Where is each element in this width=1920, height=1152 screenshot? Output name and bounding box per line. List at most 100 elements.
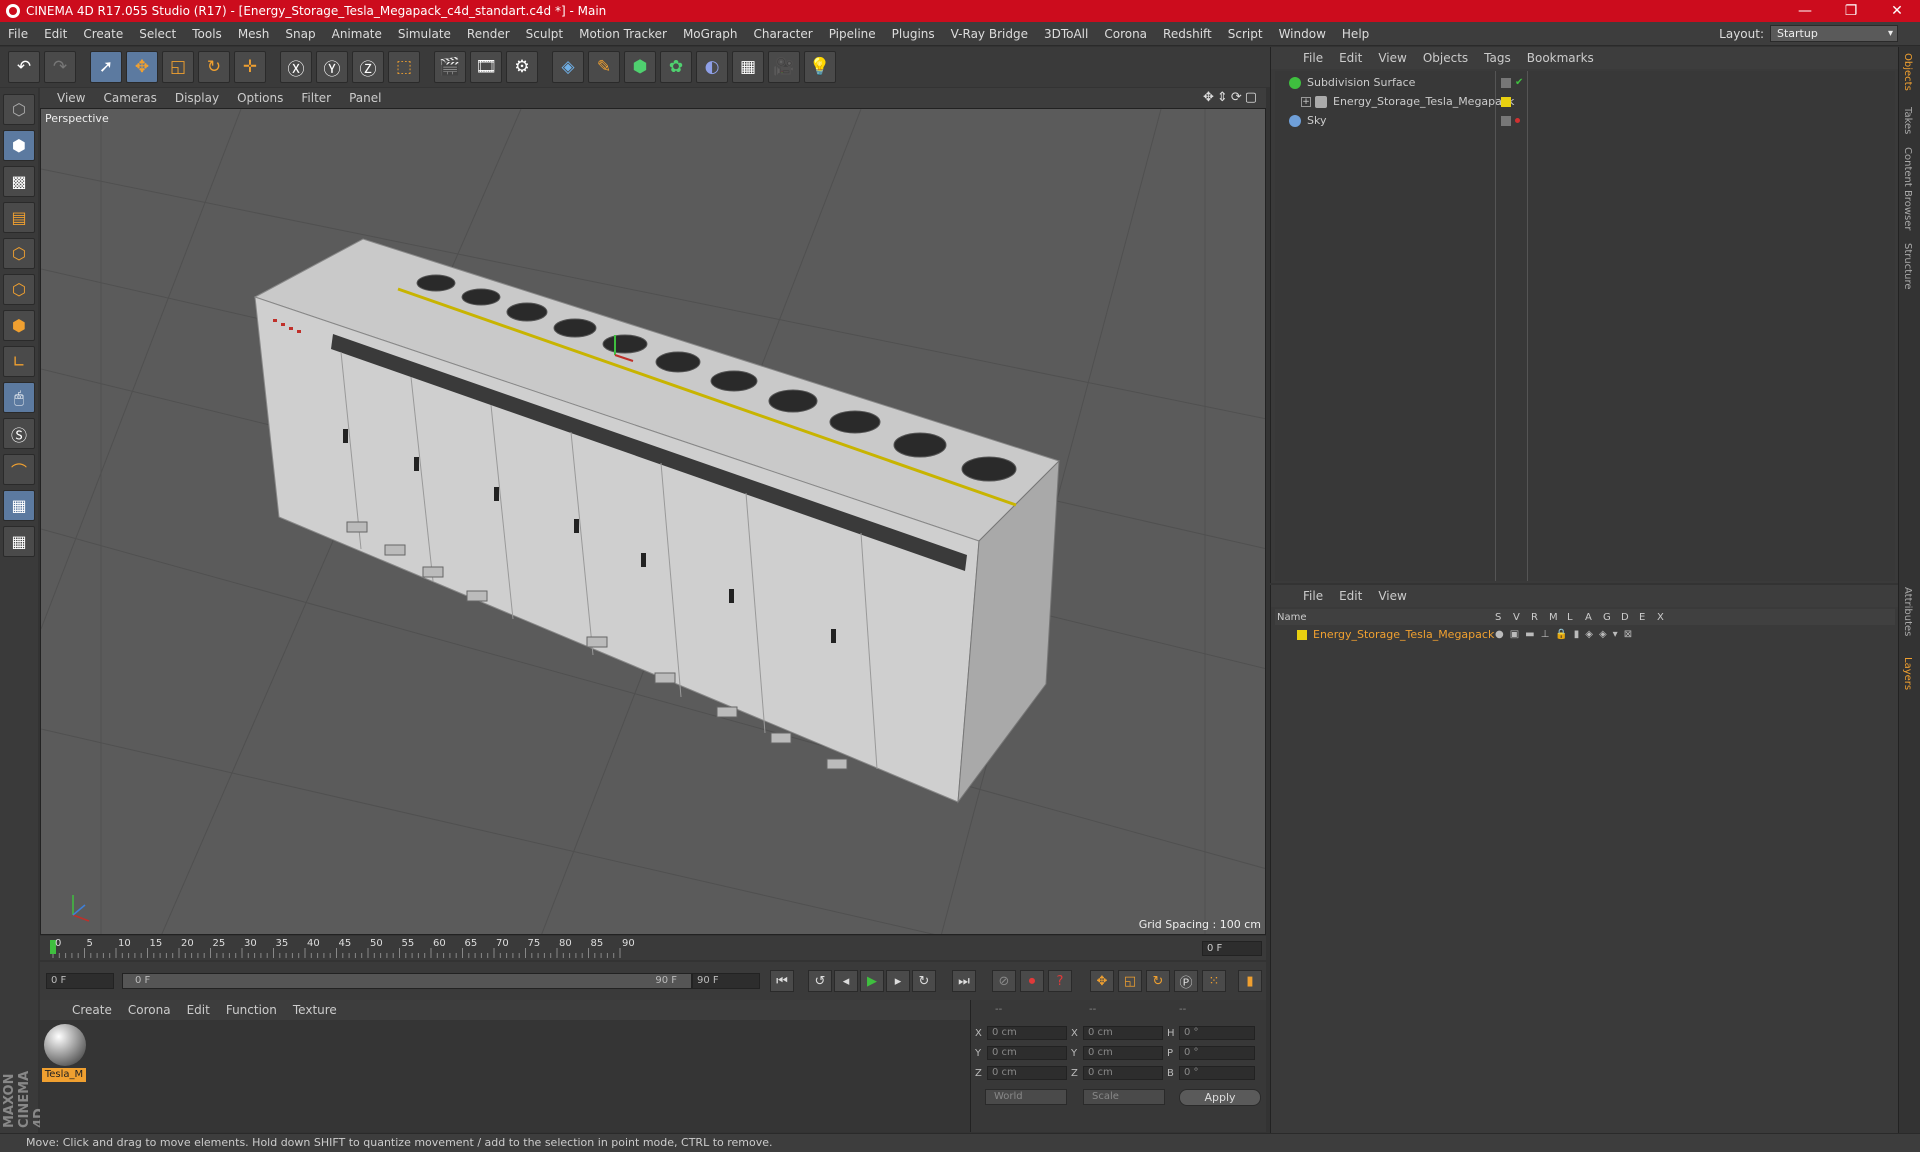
tab-objects[interactable]: Objects [1902, 53, 1913, 91]
column-expressions[interactable]: E [1639, 612, 1657, 623]
undo-icon[interactable]: ↶ [8, 51, 40, 83]
viewport-menu-cameras[interactable]: Cameras [94, 91, 165, 105]
column-solo[interactable]: S [1495, 612, 1513, 623]
axis-mode-icon[interactable]: ∟ [3, 346, 35, 377]
menu-3dtoall[interactable]: 3DToAll [1036, 27, 1096, 41]
polygons-mode-icon[interactable]: ⬢ [3, 310, 35, 341]
size-y-field[interactable]: 0 cm [1083, 1046, 1163, 1060]
objects-menu-tags[interactable]: Tags [1476, 51, 1519, 65]
play-icon[interactable]: ▶ [860, 970, 884, 992]
move-tool-icon[interactable]: ✥ [126, 51, 158, 83]
cloner-icon[interactable]: ✿ [660, 51, 692, 83]
column-generators[interactable]: G [1603, 612, 1621, 623]
menu-render[interactable]: Render [459, 27, 518, 41]
coordinate-system-icon[interactable]: ⬚ [388, 51, 420, 83]
viewport-menu-options[interactable]: Options [228, 91, 292, 105]
menu-create[interactable]: Create [75, 27, 131, 41]
solo-mode-icon[interactable]: Ⓢ [3, 418, 35, 449]
goto-start-icon[interactable]: ⏮ [770, 970, 794, 992]
menu-pipeline[interactable]: Pipeline [821, 27, 884, 41]
material-name-label[interactable]: Tesla_M [42, 1068, 86, 1082]
layer-tag-icon[interactable] [1501, 77, 1511, 88]
render-view-icon[interactable]: 🎬 [434, 51, 466, 83]
render-picture-viewer-icon[interactable]: 🎞 [470, 51, 502, 83]
next-frame-icon[interactable]: ▸ [886, 970, 910, 992]
layout-dropdown[interactable]: Startup [1770, 25, 1898, 42]
tab-content-browser[interactable]: Content Browser [1902, 147, 1913, 230]
size-mode-dropdown[interactable]: Scale [1083, 1089, 1165, 1105]
close-button[interactable]: ✕ [1874, 0, 1920, 22]
previous-key-icon[interactable]: ↺ [808, 970, 832, 992]
menu-edit[interactable]: Edit [36, 27, 75, 41]
menu-mesh[interactable]: Mesh [230, 27, 278, 41]
objects-menu-bookmarks[interactable]: Bookmarks [1519, 51, 1602, 65]
viewport-navigation-icons[interactable]: ✥⇕⟳▢ [1203, 90, 1260, 105]
restore-button[interactable]: ❐ [1828, 0, 1874, 22]
spline-pen-icon[interactable]: ✎ [588, 51, 620, 83]
column-xref[interactable]: X [1657, 612, 1675, 623]
layers-menu-edit[interactable]: Edit [1331, 589, 1370, 603]
points-mode-icon[interactable]: ⬡ [3, 238, 35, 269]
visibility-dot-icon[interactable] [1515, 118, 1520, 123]
menu-sculpt[interactable]: Sculpt [518, 27, 571, 41]
timeline-ruler[interactable]: 0 5 10 15 20 25 30 35 40 45 50 55 60 65 70 75 80 85 90 0 F [40, 936, 1266, 960]
menu-file[interactable]: File [0, 27, 36, 41]
live-selection-icon[interactable]: ✛ [234, 51, 266, 83]
record-keyframe-icon[interactable]: ⏺ [1020, 970, 1044, 992]
viewport-menu-filter[interactable]: Filter [292, 91, 340, 105]
planar-workplane-icon[interactable]: ▦ [3, 526, 35, 557]
layer-name[interactable]: Energy_Storage_Tesla_Megapack [1313, 628, 1495, 641]
layers-menu-view[interactable]: View [1370, 589, 1414, 603]
record-rotation-icon[interactable]: ↻ [1146, 970, 1170, 992]
goto-end-icon[interactable]: ⏭ [952, 970, 976, 992]
locked-workplane-icon[interactable]: ▦ [3, 490, 35, 521]
autokey-icon[interactable]: ? [1048, 970, 1072, 992]
record-position-icon[interactable]: ✥ [1090, 970, 1114, 992]
current-frame-field[interactable]: 0 F [1202, 941, 1262, 956]
layer-color-icon[interactable] [1501, 96, 1511, 107]
tree-item-sky[interactable]: Sky [1275, 111, 1895, 130]
end-frame-field[interactable]: 90 F [692, 973, 760, 989]
tab-layers[interactable]: Layers [1902, 657, 1913, 690]
menu-select[interactable]: Select [131, 27, 184, 41]
scale-tool-icon[interactable]: ◱ [162, 51, 194, 83]
deformer-icon[interactable]: ◐ [696, 51, 728, 83]
column-name[interactable]: Name [1275, 612, 1495, 623]
x-axis-icon[interactable]: Ⓧ [280, 51, 312, 83]
record-scale-icon[interactable]: ◱ [1118, 970, 1142, 992]
viewport-menu-display[interactable]: Display [166, 91, 228, 105]
layer-toggle-icons[interactable]: ●▣▬⊥🔒▮◈◈▾⊠ [1495, 629, 1638, 640]
rotation-b-field[interactable]: 0 ° [1179, 1066, 1255, 1080]
subdivision-generator-icon[interactable]: ⬢ [624, 51, 656, 83]
menu-simulate[interactable]: Simulate [390, 27, 459, 41]
menu-snap[interactable]: Snap [277, 27, 323, 41]
objects-menu-edit[interactable]: Edit [1331, 51, 1370, 65]
menu-plugins[interactable]: Plugins [884, 27, 943, 41]
motion-record-icon[interactable]: ⊘ [992, 970, 1016, 992]
menu-character[interactable]: Character [745, 27, 820, 41]
3d-viewport[interactable]: Perspective Grid Spacing : 100 cm [40, 108, 1266, 935]
rotation-p-field[interactable]: 0 ° [1179, 1046, 1255, 1060]
material-menu-function[interactable]: Function [218, 1003, 285, 1017]
layer-tag-icon[interactable] [1501, 115, 1511, 126]
material-menu-texture[interactable]: Texture [285, 1003, 345, 1017]
menu-motion-tracker[interactable]: Motion Tracker [571, 27, 675, 41]
layer-row[interactable]: Energy_Storage_Tesla_Megapack ●▣▬⊥🔒▮◈◈▾⊠ [1275, 626, 1895, 643]
material-preview-sphere[interactable] [44, 1024, 86, 1066]
column-view[interactable]: V [1513, 612, 1531, 623]
snap-magnet-icon[interactable]: ⌒ [3, 454, 35, 485]
menu-vray-bridge[interactable]: V-Ray Bridge [943, 27, 1036, 41]
column-locked[interactable]: L [1567, 612, 1585, 623]
coordinate-system-dropdown[interactable]: World [985, 1089, 1067, 1105]
workplane-mode-icon[interactable]: ▤ [3, 202, 35, 233]
menu-help[interactable]: Help [1334, 27, 1377, 41]
column-deformers[interactable]: D [1621, 612, 1639, 623]
column-manager[interactable]: M [1549, 612, 1567, 623]
column-animation[interactable]: A [1585, 612, 1603, 623]
timeline-window-icon[interactable]: ▮ [1238, 970, 1262, 992]
tab-takes[interactable]: Takes [1902, 107, 1913, 134]
tab-structure[interactable]: Structure [1902, 243, 1913, 290]
record-parameter-icon[interactable]: Ⓟ [1174, 970, 1198, 992]
menu-animate[interactable]: Animate [324, 27, 390, 41]
light-bulb-icon[interactable]: 💡 [804, 51, 836, 83]
